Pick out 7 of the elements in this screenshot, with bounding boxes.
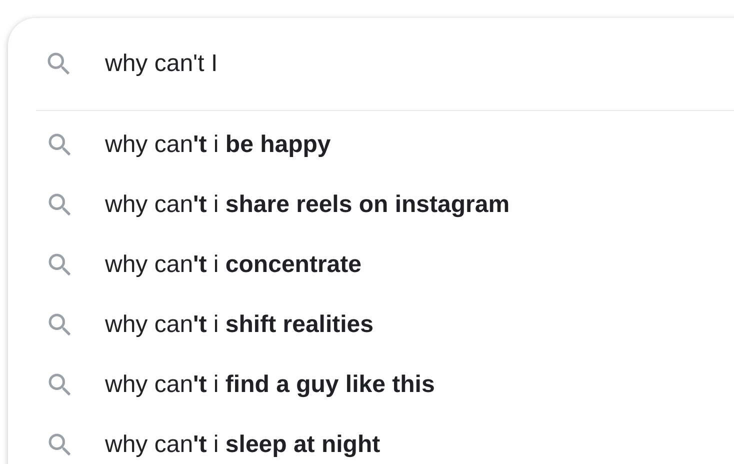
suggestion-item[interactable]: why can't i concentrate — [105, 247, 362, 283]
suggestion-item[interactable]: why can't i shift realities — [105, 307, 374, 343]
search-field[interactable]: why can't I — [105, 46, 665, 82]
suggestion-item[interactable]: why can't i find a guy like this — [105, 367, 435, 403]
suggestion-item[interactable]: why can't i be happy — [105, 127, 331, 163]
suggestion-item[interactable]: why can't i sleep at night — [105, 427, 380, 463]
suggestion-item[interactable]: why can't i share reels on instagram — [105, 187, 510, 223]
